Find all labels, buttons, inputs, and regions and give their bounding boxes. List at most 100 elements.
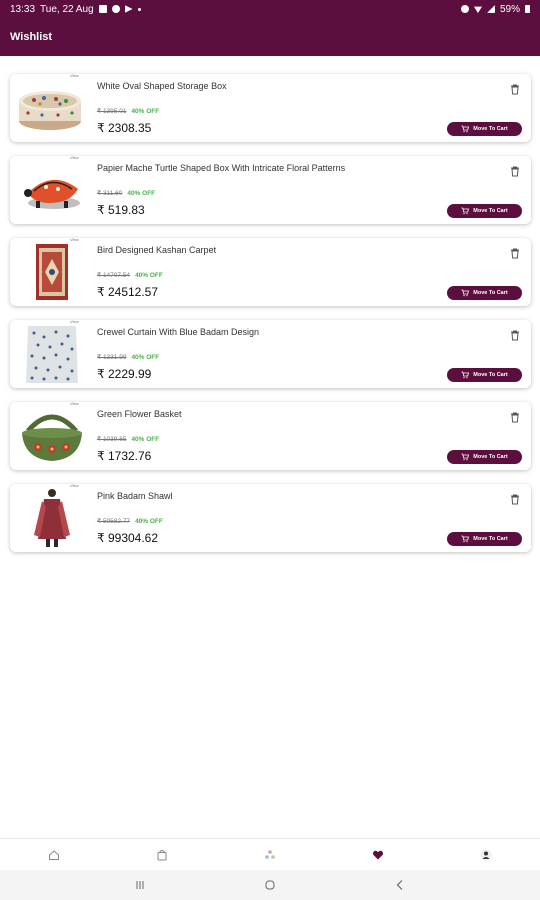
delete-icon[interactable] xyxy=(509,411,521,423)
move-to-cart-label: Move To Cart xyxy=(473,126,508,132)
status-time: 13:33 xyxy=(10,3,36,15)
price-row: ₹ 1395.01 40% OFF xyxy=(97,107,160,116)
heart-icon xyxy=(372,850,384,860)
back-button[interactable] xyxy=(385,875,415,895)
gallery-icon xyxy=(98,5,107,13)
cart-icon xyxy=(461,371,470,379)
more-dot-icon xyxy=(137,7,141,11)
discount-badge: 40% OFF xyxy=(131,353,160,361)
discount-badge: 40% OFF xyxy=(131,435,160,443)
product-title[interactable]: White Oval Shaped Storage Box xyxy=(97,81,227,91)
circle-home-icon xyxy=(265,880,275,890)
product-title[interactable]: Papier Mache Turtle Shaped Box With Intr… xyxy=(97,163,345,173)
status-left: 13:33 Tue, 22 Aug xyxy=(10,4,141,15)
discount-badge: 40% OFF xyxy=(127,189,156,197)
move-to-cart-button[interactable]: Move To Cart xyxy=(447,204,522,218)
home-button[interactable] xyxy=(255,875,285,895)
current-price: ₹ 519.83 xyxy=(97,203,145,217)
cart-icon xyxy=(461,207,470,215)
cart-icon xyxy=(461,289,470,297)
product-image[interactable] xyxy=(14,405,92,467)
delete-icon[interactable] xyxy=(509,83,521,95)
discount-badge: 40% OFF xyxy=(135,271,163,279)
discount-badge: 40% OFF xyxy=(135,517,163,525)
move-to-cart-button[interactable]: Move To Cart xyxy=(447,532,522,546)
price-row: ₹ 1039.65 40% OFF xyxy=(97,435,160,444)
wishlist: View White Oval Shaped Storage Box ₹ 139… xyxy=(10,73,531,566)
battery-level: 59% xyxy=(499,3,520,15)
status-right: 59% xyxy=(460,3,530,15)
wishlist-item[interactable]: View Bird Designed Kashan Carpet ₹ 14707… xyxy=(10,237,531,306)
product-title[interactable]: Pink Badam Shawl xyxy=(97,491,173,501)
back-icon xyxy=(396,880,403,890)
wishlist-item[interactable]: View Crewel Curtain With Blue Badam Desi… xyxy=(10,319,531,388)
app-bar: Wishlist xyxy=(0,18,540,56)
current-price: ₹ 24512.57 xyxy=(97,285,159,299)
price-row: ₹ 59582.77 40% OFF xyxy=(97,517,163,526)
move-to-cart-label: Move To Cart xyxy=(473,290,508,296)
product-image[interactable] xyxy=(14,77,92,139)
category-icon xyxy=(265,850,275,859)
product-image[interactable] xyxy=(14,159,92,221)
view-tag: View xyxy=(70,73,79,78)
wishlist-item[interactable]: View Papier Mache Turtle Shaped Box With… xyxy=(10,155,531,224)
original-price: ₹ 311.60 xyxy=(97,190,123,197)
delete-icon[interactable] xyxy=(509,329,521,341)
product-image[interactable] xyxy=(14,241,92,303)
signal-icon xyxy=(486,5,495,13)
product-image[interactable] xyxy=(14,487,92,549)
move-to-cart-button[interactable]: Move To Cart xyxy=(447,450,522,464)
current-price: ₹ 2229.99 xyxy=(97,367,152,381)
view-tag: View xyxy=(70,237,79,242)
move-to-cart-label: Move To Cart xyxy=(473,208,508,214)
settings-icon xyxy=(111,5,120,13)
move-to-cart-button[interactable]: Move To Cart xyxy=(447,286,522,300)
recents-icon xyxy=(136,881,144,889)
nav-orders[interactable] xyxy=(142,845,182,865)
move-to-cart-label: Move To Cart xyxy=(473,454,508,460)
status-date: Tue, 22 Aug xyxy=(40,3,94,15)
bottom-nav xyxy=(0,838,540,871)
current-price: ₹ 2308.35 xyxy=(97,121,152,135)
wishlist-item[interactable]: View Green Flower Basket ₹ 1039.65 40% O… xyxy=(10,401,531,470)
move-to-cart-label: Move To Cart xyxy=(473,536,508,542)
view-tag: View xyxy=(70,155,79,160)
discount-badge: 40% OFF xyxy=(131,107,160,115)
delete-icon[interactable] xyxy=(509,493,521,505)
delete-icon[interactable] xyxy=(509,165,521,177)
wishlist-item[interactable]: View Pink Badam Shawl ₹ 59582.77 40% OFF… xyxy=(10,483,531,552)
alarm-icon xyxy=(460,5,469,13)
original-price: ₹ 59582.77 xyxy=(97,518,131,525)
move-to-cart-button[interactable]: Move To Cart xyxy=(447,368,522,382)
page-title: Wishlist xyxy=(10,31,53,43)
price-row: ₹ 1331.99 40% OFF xyxy=(97,353,160,362)
original-price: ₹ 1395.01 xyxy=(97,108,127,115)
product-title[interactable]: Crewel Curtain With Blue Badam Design xyxy=(97,327,259,337)
original-price: ₹ 14707.54 xyxy=(97,272,131,279)
move-to-cart-label: Move To Cart xyxy=(473,372,508,378)
nav-categories[interactable] xyxy=(250,845,290,865)
bag-icon xyxy=(157,850,167,861)
original-price: ₹ 1331.99 xyxy=(97,354,127,361)
battery-icon xyxy=(525,5,530,13)
nav-wishlist[interactable] xyxy=(358,845,398,865)
play-icon xyxy=(124,5,133,13)
price-row: ₹ 14707.54 40% OFF xyxy=(97,271,163,280)
product-image[interactable] xyxy=(14,323,92,385)
original-price: ₹ 1039.65 xyxy=(97,436,127,443)
move-to-cart-button[interactable]: Move To Cart xyxy=(447,122,522,136)
delete-icon[interactable] xyxy=(509,247,521,259)
cart-icon xyxy=(461,125,470,133)
current-price: ₹ 1732.76 xyxy=(97,449,152,463)
view-tag: View xyxy=(70,401,79,406)
wifi-icon xyxy=(473,6,482,13)
product-title[interactable]: Bird Designed Kashan Carpet xyxy=(97,245,216,255)
recents-button[interactable] xyxy=(125,875,155,895)
wishlist-item[interactable]: View White Oval Shaped Storage Box ₹ 139… xyxy=(10,73,531,142)
current-price: ₹ 99304.62 xyxy=(97,531,159,545)
nav-home[interactable] xyxy=(34,845,74,865)
nav-profile[interactable] xyxy=(466,845,506,865)
product-title[interactable]: Green Flower Basket xyxy=(97,409,182,419)
system-nav xyxy=(0,870,540,900)
view-tag: View xyxy=(70,319,79,324)
